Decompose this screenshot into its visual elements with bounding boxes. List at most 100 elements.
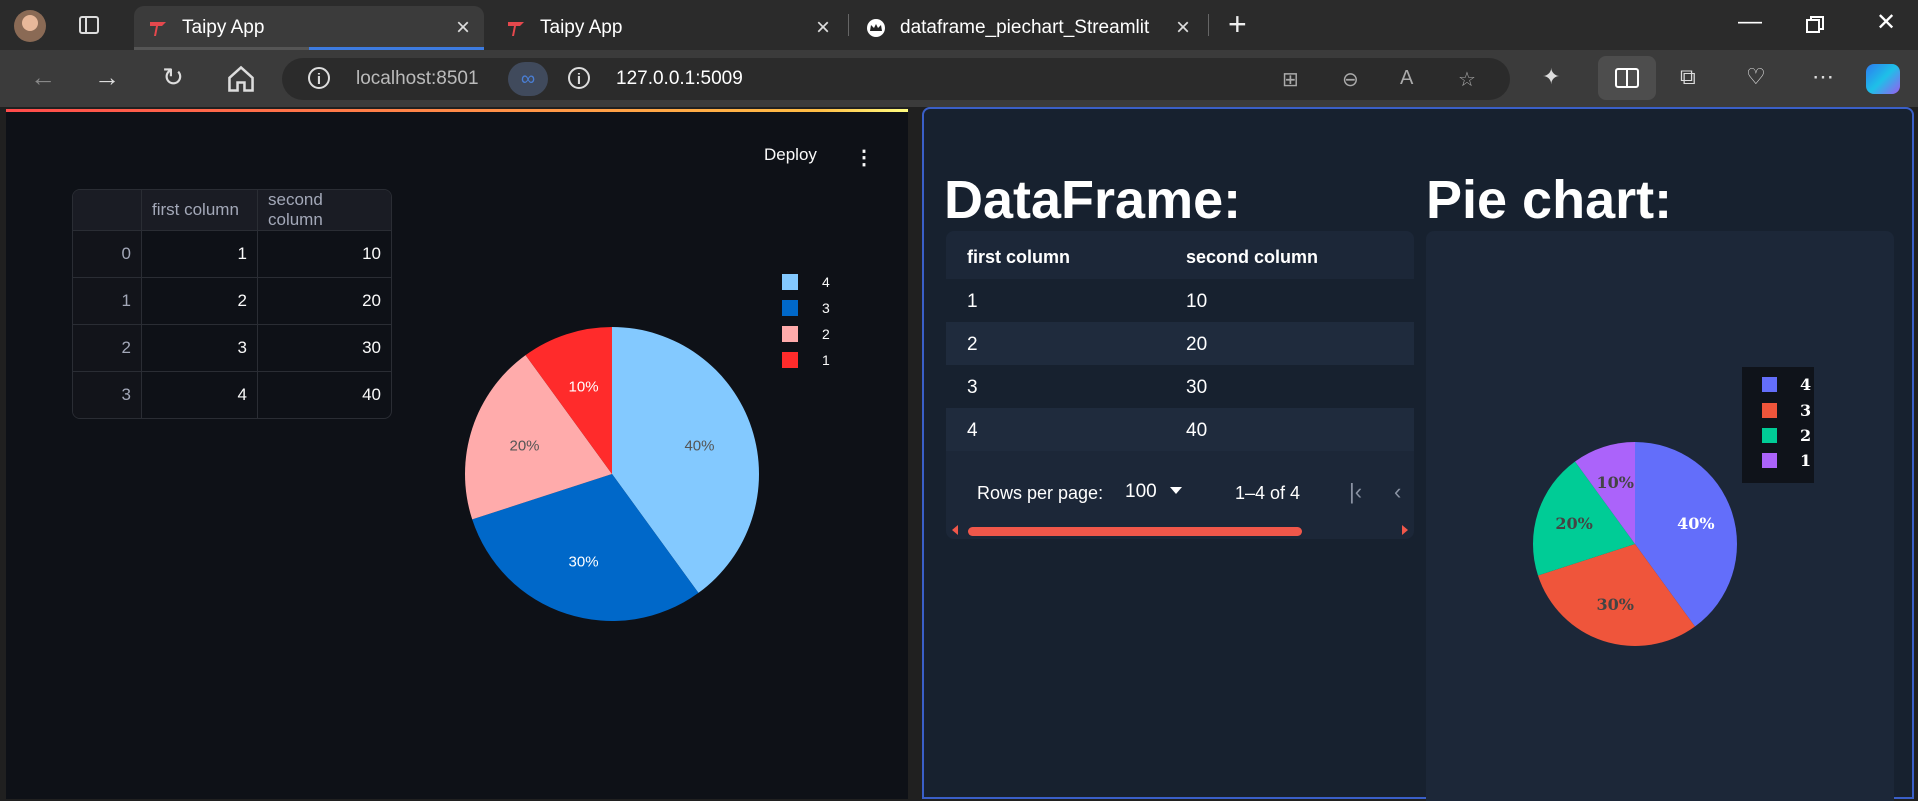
streamlit-pie-chart[interactable]: 40% 30% 20% 10% bbox=[462, 324, 762, 624]
tab-separator bbox=[848, 14, 849, 36]
split-screen-button[interactable] bbox=[1598, 56, 1656, 100]
split-screen-icon bbox=[1615, 68, 1639, 88]
pie-percent-label: 30% bbox=[1596, 595, 1633, 614]
scroll-left-arrow-icon[interactable] bbox=[952, 525, 958, 535]
streamlit-crown-icon bbox=[867, 19, 885, 37]
table-pagination: Rows per page: 100 1–4 of 4 |‹ ‹ bbox=[946, 467, 1414, 517]
table-cell[interactable]: 1 bbox=[141, 230, 258, 278]
legend-item[interactable]: 4 bbox=[1762, 375, 1812, 395]
tab-taipy-app-2[interactable]: Taipy App × bbox=[492, 6, 844, 50]
extensions-icon[interactable]: ✦ bbox=[1542, 64, 1560, 90]
address-text-left[interactable]: localhost:8501 bbox=[356, 68, 479, 90]
main-menu-icon[interactable]: ⋮ bbox=[854, 145, 874, 170]
tab-close-icon[interactable]: × bbox=[456, 14, 470, 42]
taipy-pie-chart[interactable]: 40% 30% 20% 10% bbox=[1530, 439, 1740, 649]
legend-item[interactable]: 2 bbox=[1762, 426, 1812, 446]
scroll-right-arrow-icon[interactable] bbox=[1402, 525, 1408, 535]
table-row[interactable]: 2 20 bbox=[946, 322, 1414, 365]
table-cell: 20 bbox=[1186, 334, 1208, 355]
site-info-icon[interactable]: i bbox=[308, 67, 330, 89]
table-cell[interactable]: 10 bbox=[257, 230, 391, 278]
legend-label: 2 bbox=[1800, 426, 1812, 445]
table-cell[interactable]: 20 bbox=[257, 277, 391, 325]
legend-item[interactable]: 3 bbox=[1762, 401, 1812, 421]
legend-label: 3 bbox=[1800, 401, 1812, 420]
copilot-icon[interactable] bbox=[1866, 64, 1900, 94]
dropdown-caret-icon[interactable] bbox=[1170, 487, 1182, 494]
table-cell: 10 bbox=[1186, 291, 1208, 312]
new-tab-icon[interactable]: + bbox=[1228, 6, 1247, 43]
split-divider[interactable] bbox=[908, 107, 922, 799]
streamlit-header-decoration bbox=[6, 109, 908, 112]
address-bar[interactable]: i localhost:8501 ∞ i 127.0.0.1:5009 ⊞ ⊖ … bbox=[282, 58, 1510, 100]
table-header-row: first column second column bbox=[73, 190, 391, 231]
table-header-row: first column second column bbox=[946, 231, 1414, 279]
favorite-star-icon[interactable]: ☆ bbox=[1458, 67, 1476, 92]
forward-icon[interactable]: → bbox=[92, 62, 122, 92]
table-cell[interactable]: 3 bbox=[141, 324, 258, 372]
table-cell[interactable]: 4 bbox=[141, 371, 258, 418]
tab-close-icon[interactable]: × bbox=[816, 14, 830, 42]
row-index: 3 bbox=[73, 371, 142, 418]
deploy-button[interactable]: Deploy bbox=[764, 145, 817, 165]
app-available-icon[interactable]: ⊞ bbox=[1282, 67, 1299, 92]
close-window-icon[interactable]: ✕ bbox=[1876, 8, 1896, 37]
taipy-pie-legend: 4 3 2 1 bbox=[1742, 367, 1814, 483]
dataframe-heading: DataFrame: bbox=[944, 170, 1242, 230]
address-text-right[interactable]: 127.0.0.1:5009 bbox=[616, 68, 743, 90]
table-cell: 2 bbox=[967, 334, 978, 355]
column-header-first[interactable]: first column bbox=[141, 190, 258, 231]
profile-avatar[interactable] bbox=[14, 10, 46, 42]
table-cell[interactable]: 30 bbox=[257, 324, 391, 372]
table-row[interactable]: 4 40 bbox=[946, 408, 1414, 451]
pie-percent-label: 10% bbox=[569, 379, 599, 396]
first-page-icon[interactable]: |‹ bbox=[1349, 479, 1362, 505]
table-row[interactable]: 1 10 bbox=[946, 279, 1414, 322]
restore-icon[interactable] bbox=[1806, 16, 1824, 34]
site-info-icon[interactable]: i bbox=[568, 67, 590, 89]
table-row[interactable]: 3 30 bbox=[946, 365, 1414, 408]
column-header-first[interactable]: first column bbox=[967, 247, 1070, 268]
table-cell: 3 bbox=[967, 377, 978, 398]
split-link-icon[interactable]: ∞ bbox=[508, 62, 548, 96]
zoom-out-icon[interactable]: ⊖ bbox=[1342, 67, 1359, 92]
browser-toolbar: ← → ↻ i localhost:8501 ∞ i 127.0.0.1:500… bbox=[0, 50, 1918, 107]
legend-swatch bbox=[782, 300, 798, 316]
legend-swatch bbox=[1762, 453, 1777, 468]
refresh-icon[interactable]: ↻ bbox=[158, 62, 188, 92]
table-cell[interactable]: 2 bbox=[141, 277, 258, 325]
tab-taipy-app-1[interactable]: Taipy App × bbox=[134, 6, 484, 50]
browser-essentials-icon[interactable]: ♡ bbox=[1746, 64, 1766, 90]
pie-percent-label: 40% bbox=[684, 438, 714, 455]
tab-close-icon[interactable]: × bbox=[1176, 14, 1190, 42]
tab-title: dataframe_piechart_Streamlit bbox=[900, 17, 1150, 38]
column-header-second[interactable]: second column bbox=[1186, 247, 1318, 268]
table-cell: 30 bbox=[1186, 377, 1208, 398]
table-cell: 4 bbox=[967, 420, 978, 441]
table-cell[interactable]: 40 bbox=[258, 372, 392, 419]
legend-label: 4 bbox=[1800, 375, 1812, 394]
column-header-second[interactable]: second column bbox=[257, 190, 391, 231]
streamlit-dataframe[interactable]: first column second column 0 1 10 1 2 20 233… bbox=[72, 189, 392, 419]
previous-page-icon[interactable]: ‹ bbox=[1394, 479, 1401, 505]
scrollbar-thumb[interactable] bbox=[968, 527, 1302, 536]
back-icon[interactable]: ← bbox=[28, 62, 58, 92]
tab-actions-icon[interactable] bbox=[78, 14, 100, 36]
horizontal-scrollbar[interactable] bbox=[946, 523, 1414, 539]
minimize-icon[interactable]: — bbox=[1738, 8, 1762, 36]
collections-icon[interactable]: ⧉ bbox=[1680, 64, 1696, 90]
tab-streamlit[interactable]: dataframe_piechart_Streamlit × bbox=[852, 6, 1204, 50]
more-menu-icon[interactable]: ⋯ bbox=[1812, 64, 1834, 90]
legend-item[interactable]: 1 bbox=[1762, 451, 1811, 471]
legend-swatch bbox=[782, 274, 798, 290]
pie-percent-label: 30% bbox=[569, 553, 599, 570]
legend-swatch bbox=[782, 352, 798, 368]
taipy-table[interactable]: first column second column 1 10 2 20 3 30 4… bbox=[946, 231, 1414, 539]
home-icon[interactable] bbox=[226, 64, 256, 94]
legend-label: 1 bbox=[822, 352, 830, 368]
taipy-pie-card: 4 3 2 1 40% 30% 20% 10% bbox=[1426, 231, 1894, 801]
legend-swatch bbox=[1762, 403, 1777, 418]
rows-per-page-select[interactable]: 100 bbox=[1125, 481, 1157, 503]
legend-label: 3 bbox=[822, 300, 830, 316]
read-aloud-icon[interactable]: A bbox=[1400, 67, 1413, 90]
